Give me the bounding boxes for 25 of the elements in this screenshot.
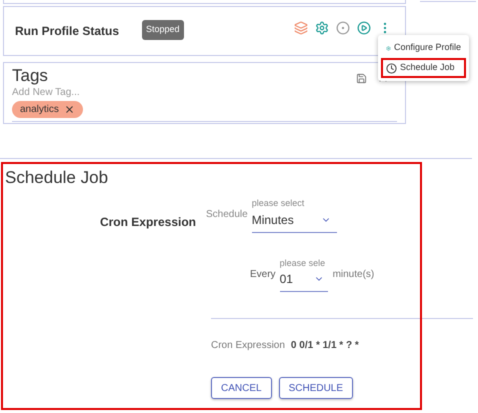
status-badge: Stopped [142, 20, 184, 40]
panel-title: Schedule Job [5, 167, 110, 189]
status-label: Run Profile Status [15, 23, 120, 40]
remove-icon[interactable] [64, 104, 75, 115]
clock-icon [386, 62, 397, 74]
schedule-select[interactable]: please select Minutes [252, 197, 337, 232]
tags-title: Tags [12, 66, 48, 86]
cron-label: Cron Expression [211, 339, 285, 353]
menu-item[interactable]: Schedule Job [381, 58, 466, 78]
cancel-button[interactable]: CANCEL [211, 377, 272, 399]
schedule-button[interactable]: SCHEDULE [278, 377, 354, 399]
menu-item[interactable]: Configure Profile [381, 38, 466, 58]
section-label: Cron Expression [98, 214, 197, 231]
save-icon[interactable] [356, 72, 367, 84]
stop-icon[interactable] [336, 21, 350, 35]
every-select[interactable]: please sele 01 [280, 256, 328, 292]
unit-label: minute(s) [332, 268, 374, 282]
layers-icon[interactable] [294, 21, 308, 35]
schedule-label: Schedule [206, 208, 248, 222]
settings-icon[interactable] [315, 21, 329, 35]
play-icon[interactable] [357, 21, 371, 35]
tag-input-field[interactable]: Add New Tag... analytics [12, 86, 397, 122]
cron-value: 0 0/1 * 1/1 * ? * [290, 339, 359, 353]
every-label: Every [250, 268, 276, 282]
tag-chip[interactable]: analytics [12, 101, 83, 118]
